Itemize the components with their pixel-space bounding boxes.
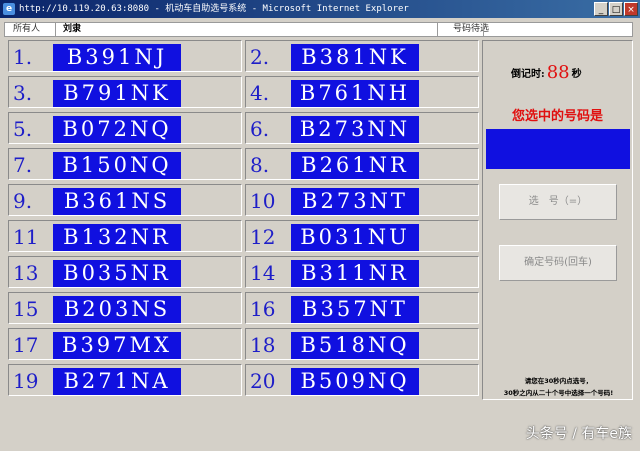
plate-number[interactable]: B132NR <box>53 224 181 251</box>
plate-number[interactable]: B509NQ <box>291 368 419 395</box>
plate-number[interactable]: B391NJ <box>53 44 181 71</box>
divider <box>437 23 438 36</box>
plate-option[interactable]: 20 B509NQ <box>245 364 479 396</box>
plate-number[interactable]: B361NS <box>53 188 181 215</box>
plate-option[interactable]: 11 B132NR <box>8 220 242 252</box>
plate-option[interactable]: 9. B361NS <box>8 184 242 216</box>
divider <box>483 23 484 36</box>
plate-option[interactable]: 1. B391NJ <box>8 40 242 72</box>
plate-option[interactable]: 8. B261NR <box>245 148 479 180</box>
owner-label: 所有人 <box>13 24 41 34</box>
option-number: 19 <box>13 369 39 393</box>
plate-number[interactable]: B273NT <box>291 188 419 215</box>
option-number: 13 <box>13 261 39 285</box>
option-number: 14 <box>250 261 276 285</box>
option-number: 8. <box>250 153 270 177</box>
plate-number[interactable]: B031NU <box>291 224 419 251</box>
plate-option[interactable]: 13 B035NR <box>8 256 242 288</box>
selected-number-display <box>486 129 630 169</box>
plate-number[interactable]: B381NK <box>291 44 419 71</box>
countdown-label: 倒记时: <box>511 69 545 80</box>
plate-number[interactable]: B311NR <box>291 260 419 287</box>
plate-option[interactable]: 4. B761NH <box>245 76 479 108</box>
plate-option[interactable]: 16 B357NT <box>245 292 479 324</box>
option-number: 15 <box>13 297 39 321</box>
plate-row: 11 B132NR 12 B031NU <box>5 220 480 253</box>
plate-option[interactable]: 10 B273NT <box>245 184 479 216</box>
plate-number[interactable]: B271NA <box>53 368 181 395</box>
plate-option[interactable]: 19 B271NA <box>8 364 242 396</box>
plate-row: 3. B791NK 4. B761NH <box>5 76 480 109</box>
plate-row: 19 B271NA 20 B509NQ <box>5 364 480 397</box>
option-number: 3. <box>13 81 33 105</box>
plate-number[interactable]: B761NH <box>291 80 419 107</box>
option-number: 20 <box>250 369 276 393</box>
option-number: 18 <box>250 333 276 357</box>
plate-option[interactable]: 15 B203NS <box>8 292 242 324</box>
plate-option[interactable]: 12 B031NU <box>245 220 479 252</box>
confirm-number-button[interactable]: 确定号码(回车) <box>499 245 617 281</box>
option-number: 2. <box>250 45 270 69</box>
plate-option[interactable]: 5. B072NQ <box>8 112 242 144</box>
option-number: 4. <box>250 81 270 105</box>
plate-row: 17 B397MX 18 B518NQ <box>5 328 480 361</box>
plate-number[interactable]: B357NT <box>291 296 419 323</box>
plate-option[interactable]: 6. B273NN <box>245 112 479 144</box>
title-bar: e http://10.119.20.63:8080 - 机动车自助选号系统 -… <box>0 0 640 18</box>
countdown: 倒记时: 88 秒 <box>511 61 631 85</box>
owner-header: 所有人 刘隶 号码待选 <box>4 22 633 37</box>
plate-number[interactable]: B072NQ <box>53 116 181 143</box>
plate-option[interactable]: 7. B150NQ <box>8 148 242 180</box>
maximize-button[interactable]: □ <box>609 2 623 16</box>
plate-row: 5. B072NQ 6. B273NN <box>5 112 480 145</box>
option-number: 16 <box>250 297 276 321</box>
plate-row: 13 B035NR 14 B311NR <box>5 256 480 289</box>
selected-prompt: 您选中的号码是 <box>511 109 603 124</box>
close-button[interactable]: × <box>624 2 638 16</box>
plate-number[interactable]: B150NQ <box>53 152 181 179</box>
option-number: 12 <box>250 225 276 249</box>
plate-number[interactable]: B518NQ <box>291 332 419 359</box>
option-number: 9. <box>13 189 33 213</box>
plate-number[interactable]: B273NN <box>291 116 419 143</box>
countdown-value: 88 <box>546 62 570 83</box>
ie-icon: e <box>3 3 15 15</box>
plate-number[interactable]: B261NR <box>291 152 419 179</box>
option-number: 5. <box>13 117 33 141</box>
plate-number[interactable]: B035NR <box>53 260 181 287</box>
minimize-button[interactable]: _ <box>594 2 608 16</box>
plate-row: 7. B150NQ 8. B261NR <box>5 148 480 181</box>
plate-row: 15 B203NS 16 B357NT <box>5 292 480 325</box>
plate-option[interactable]: 18 B518NQ <box>245 328 479 360</box>
plate-row: 9. B361NS 10 B273NT <box>5 184 480 217</box>
plate-number[interactable]: B397MX <box>53 332 181 359</box>
plate-option[interactable]: 3. B791NK <box>8 76 242 108</box>
option-number: 6. <box>250 117 270 141</box>
plate-option[interactable]: 14 B311NR <box>245 256 479 288</box>
plate-number[interactable]: B203NS <box>53 296 181 323</box>
option-number: 1. <box>13 45 33 69</box>
selection-panel: 倒记时: 88 秒 您选中的号码是 选 号（=） 确定号码(回车) 请您在30秒内点… <box>482 40 633 400</box>
instruction-note: 请您在30秒内点选号， <box>524 377 593 385</box>
countdown-unit: 秒 <box>571 69 582 80</box>
instruction-note: 30秒之内从二十个号中选择一个号码! <box>503 389 614 397</box>
divider <box>55 23 56 36</box>
plate-row: 1. B391NJ 2. B381NK <box>5 40 480 73</box>
plate-option[interactable]: 2. B381NK <box>245 40 479 72</box>
plate-number[interactable]: B791NK <box>53 80 181 107</box>
select-number-button[interactable]: 选 号（=） <box>499 184 617 220</box>
option-number: 17 <box>13 333 39 357</box>
window-title: http://10.119.20.63:8080 - 机动车自助选号系统 - M… <box>19 4 409 14</box>
plate-grid: 1. B391NJ 2. B381NK 3. B791NK 4. B761NH … <box>5 40 480 400</box>
owner-name: 刘隶 <box>63 24 82 34</box>
option-number: 10 <box>250 189 276 213</box>
option-number: 11 <box>13 225 39 249</box>
plate-option[interactable]: 17 B397MX <box>8 328 242 360</box>
watermark: 头条号 / 有车e族 <box>525 426 632 442</box>
option-number: 7. <box>13 153 33 177</box>
